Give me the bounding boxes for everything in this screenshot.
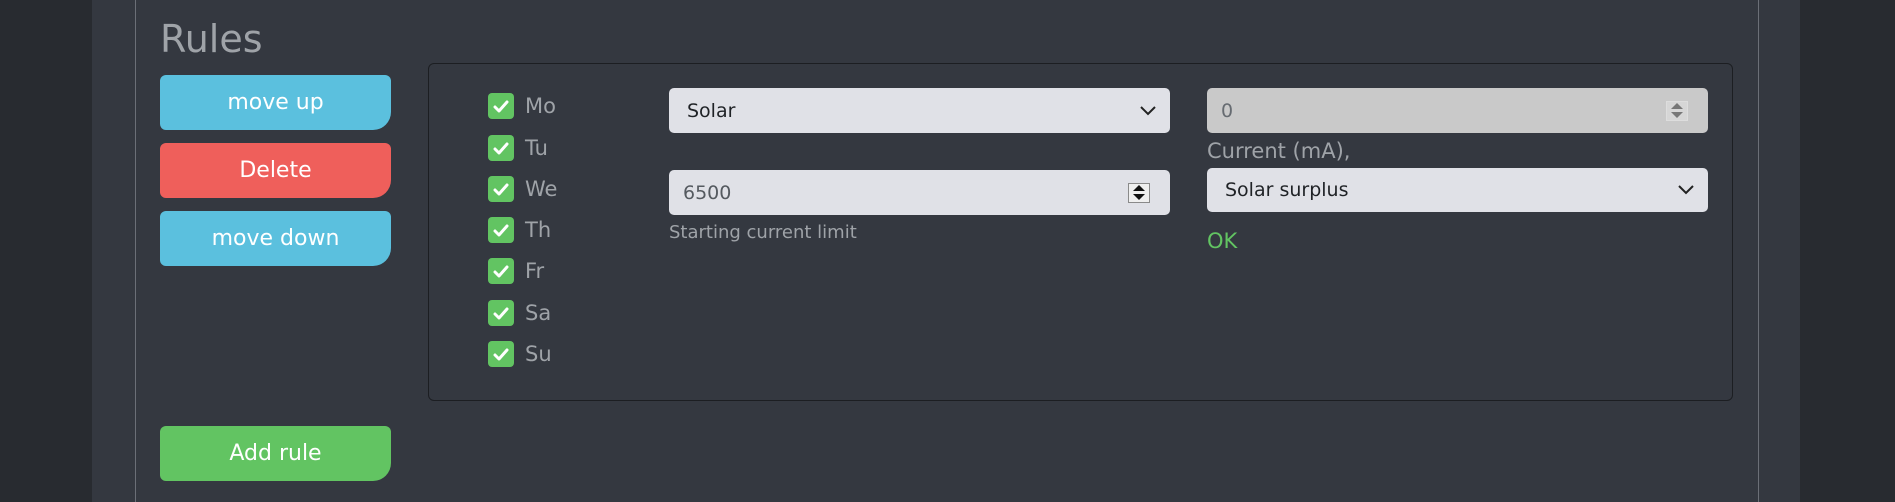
move-down-button[interactable]: move down xyxy=(160,211,391,266)
day-checkbox[interactable] xyxy=(488,300,514,326)
current-ma-input: 0 xyxy=(1207,88,1708,133)
day-label[interactable]: Th xyxy=(525,218,551,242)
starting-current-value: 6500 xyxy=(683,181,732,204)
day-checkbox[interactable] xyxy=(488,341,514,367)
number-spinner[interactable] xyxy=(1128,182,1150,203)
day-checkbox[interactable] xyxy=(488,135,514,161)
spin-up-icon xyxy=(1671,103,1683,109)
condition-select-value: Solar surplus xyxy=(1225,179,1349,201)
mode-select[interactable]: Solar xyxy=(669,88,1170,133)
day-checkbox-row[interactable]: Su xyxy=(488,340,552,368)
chevron-down-icon xyxy=(1140,105,1156,115)
day-checkbox-row[interactable]: Mo xyxy=(488,92,556,120)
condition-select[interactable]: Solar surplus xyxy=(1207,168,1708,212)
checkmark-icon xyxy=(493,307,509,319)
day-checkbox[interactable] xyxy=(488,217,514,243)
starting-current-label: Starting current limit xyxy=(669,222,857,243)
column-divider-left xyxy=(135,0,136,502)
number-spinner-disabled xyxy=(1666,100,1688,121)
section-title: Rules xyxy=(160,17,263,61)
day-label[interactable]: Su xyxy=(525,342,552,366)
add-rule-button[interactable]: Add rule xyxy=(160,426,391,481)
day-checkbox-row[interactable]: Tu xyxy=(488,134,548,162)
day-label[interactable]: Fr xyxy=(525,259,544,283)
move-up-button[interactable]: move up xyxy=(160,75,391,130)
chevron-down-icon xyxy=(1678,185,1694,195)
day-label[interactable]: Tu xyxy=(525,136,548,160)
spin-up-icon[interactable] xyxy=(1133,185,1145,191)
day-checkbox-row[interactable]: We xyxy=(488,175,557,203)
day-checkbox-row[interactable]: Sa xyxy=(488,299,551,327)
checkmark-icon xyxy=(493,142,509,154)
status-text: OK xyxy=(1207,229,1238,253)
column-divider-right xyxy=(1758,0,1759,502)
day-checkbox-row[interactable]: Fr xyxy=(488,257,544,285)
day-label[interactable]: Sa xyxy=(525,301,551,325)
mode-select-value: Solar xyxy=(687,99,736,122)
checkmark-icon xyxy=(493,265,509,277)
day-checkbox-row[interactable]: Th xyxy=(488,216,551,244)
checkmark-icon xyxy=(493,348,509,360)
day-label[interactable]: We xyxy=(525,177,557,201)
day-checkbox[interactable] xyxy=(488,176,514,202)
current-ma-label: Current (mA), xyxy=(1207,139,1351,163)
day-label[interactable]: Mo xyxy=(525,94,556,118)
spin-down-icon[interactable] xyxy=(1133,194,1145,200)
day-checkbox[interactable] xyxy=(488,258,514,284)
checkmark-icon xyxy=(493,100,509,112)
checkmark-icon xyxy=(493,183,509,195)
spin-down-icon xyxy=(1671,112,1683,118)
starting-current-input[interactable]: 6500 xyxy=(669,170,1170,215)
day-checkbox[interactable] xyxy=(488,93,514,119)
checkmark-icon xyxy=(493,224,509,236)
current-ma-value: 0 xyxy=(1221,99,1234,122)
delete-button[interactable]: Delete xyxy=(160,143,391,198)
